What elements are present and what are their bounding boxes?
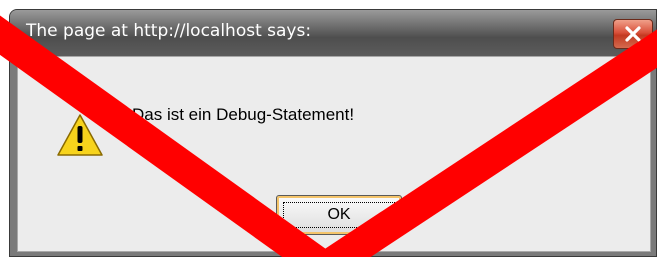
title-bar[interactable]: The page at http://localhost says:: [10, 10, 656, 56]
warning-icon: [57, 114, 103, 156]
close-icon: [625, 26, 641, 42]
screenshot-stage: The page at http://localhost says: Das i…: [0, 0, 657, 257]
focus-rectangle: [283, 202, 395, 228]
dialog-body: Das ist ein Debug-Statement! OK: [17, 56, 651, 252]
ok-button[interactable]: OK: [276, 195, 402, 235]
alert-dialog: The page at http://localhost says: Das i…: [9, 9, 657, 257]
dialog-title: The page at http://localhost says:: [26, 21, 312, 41]
close-button[interactable]: [613, 19, 653, 49]
dialog-message: Das ist ein Debug-Statement!: [132, 105, 355, 124]
